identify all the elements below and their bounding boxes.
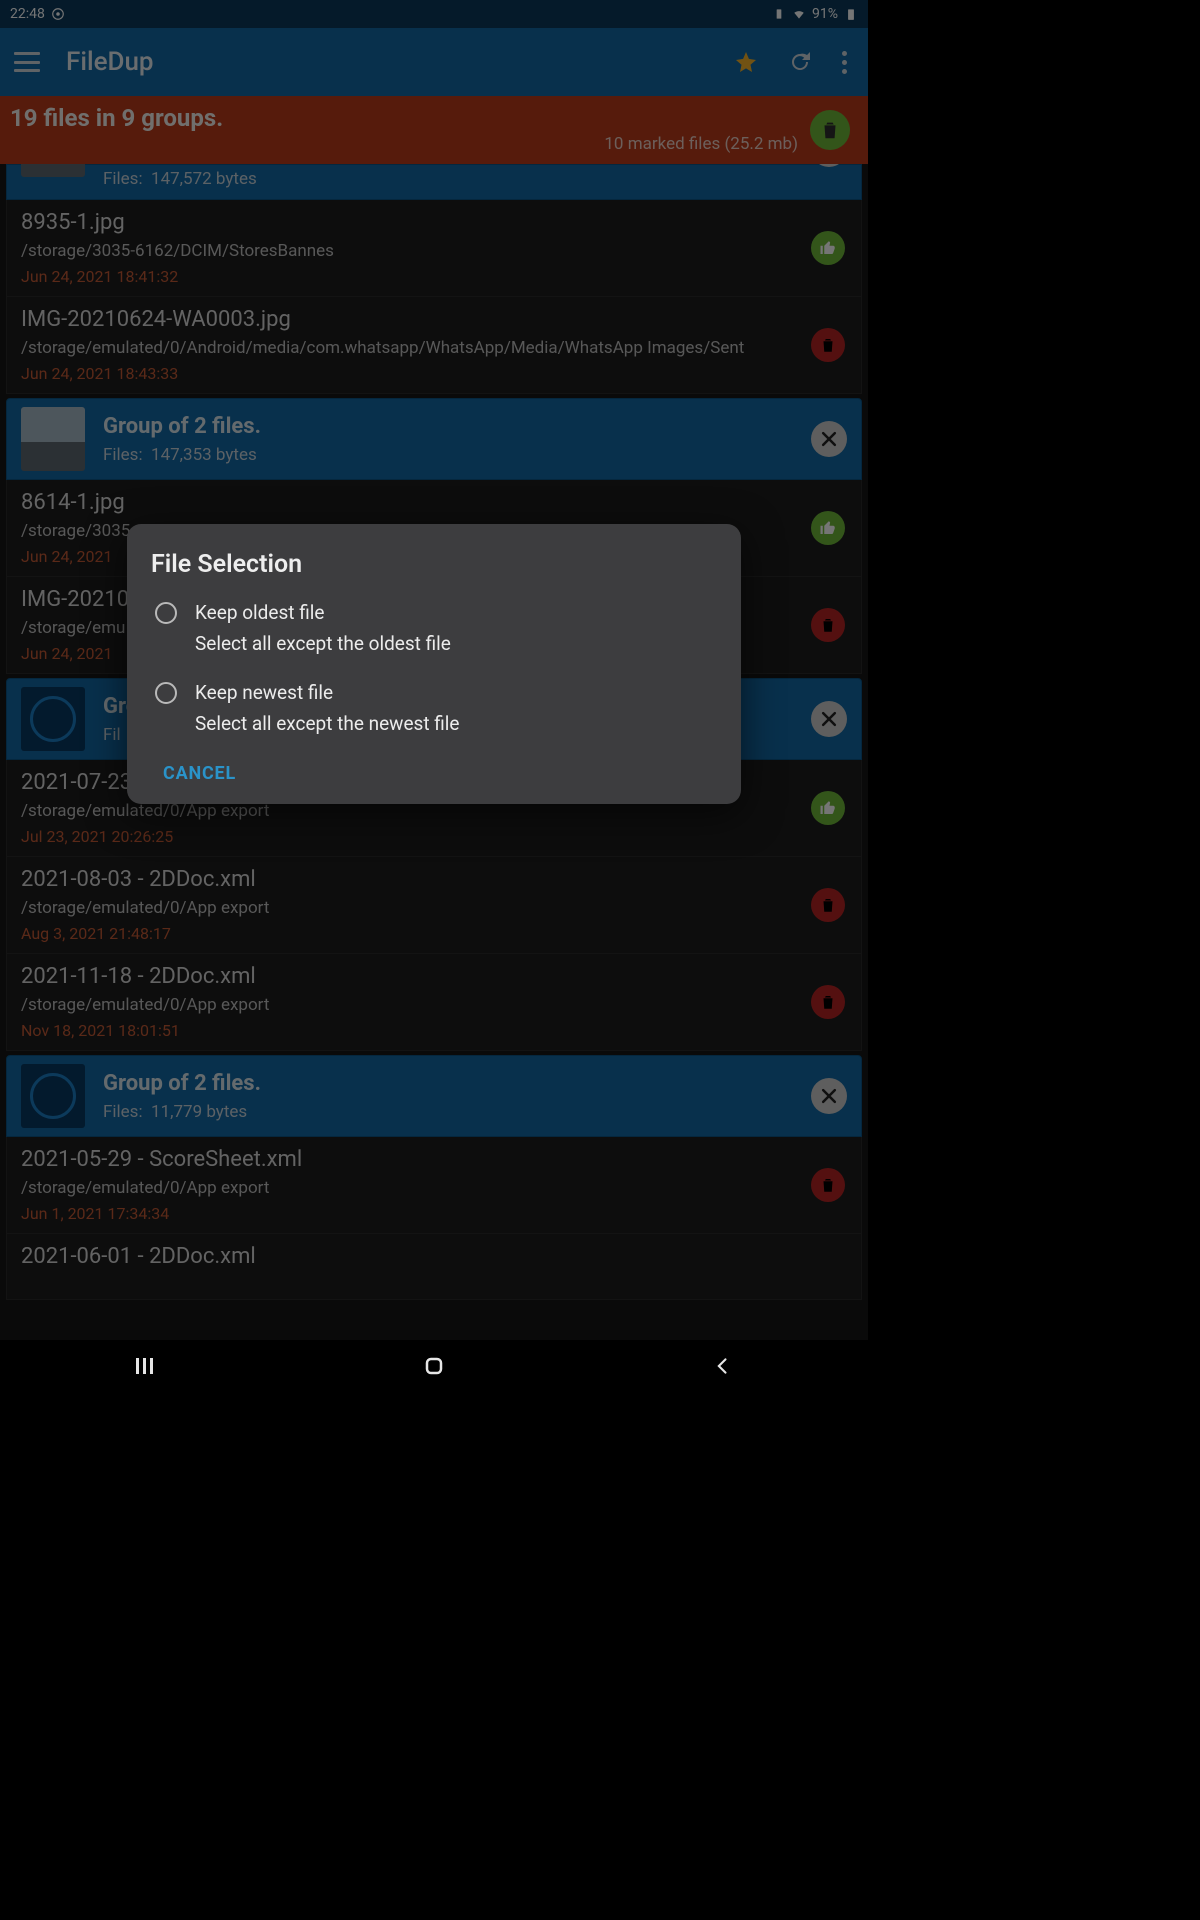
file-selection-dialog: File Selection Keep oldest file Select a… xyxy=(127,524,741,804)
option-keep-newest[interactable]: Keep newest file xyxy=(127,669,741,706)
radio-icon xyxy=(155,602,177,624)
radio-icon xyxy=(155,682,177,704)
home-button[interactable] xyxy=(419,1351,449,1381)
cancel-button[interactable]: CANCEL xyxy=(127,749,236,788)
option-description: Select all except the oldest file xyxy=(127,626,741,669)
android-nav-bar xyxy=(0,1340,868,1392)
option-label: Keep newest file xyxy=(195,681,333,704)
dialog-title: File Selection xyxy=(127,550,741,589)
back-button[interactable] xyxy=(708,1351,738,1381)
option-label: Keep oldest file xyxy=(195,601,324,624)
recents-button[interactable] xyxy=(130,1351,160,1381)
option-description: Select all except the newest file xyxy=(127,706,741,749)
option-keep-oldest[interactable]: Keep oldest file xyxy=(127,589,741,626)
